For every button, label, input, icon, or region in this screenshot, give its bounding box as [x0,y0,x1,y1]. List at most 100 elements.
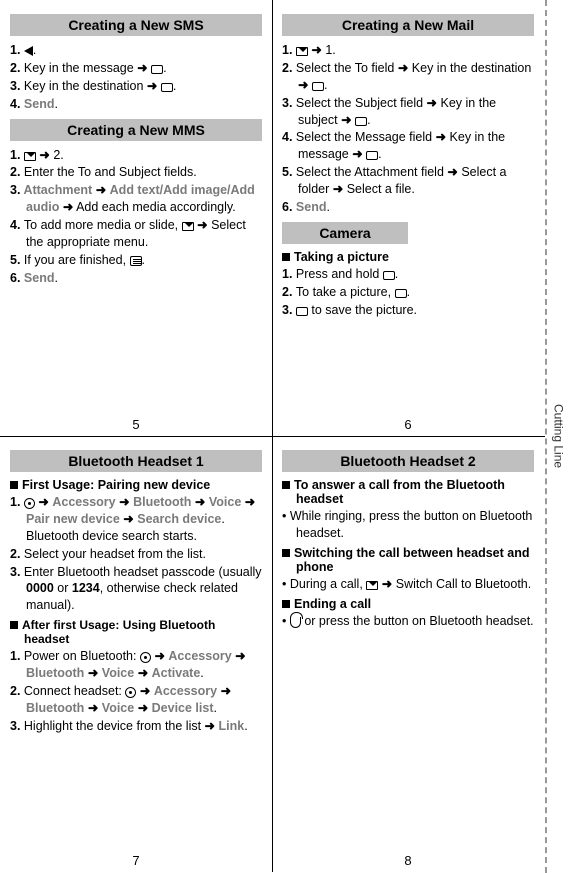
arrow-icon: ➜ [137,61,147,75]
page-number: 8 [404,853,411,868]
bt2-sub3: Ending a call [282,597,534,611]
square-bullet-icon [282,600,290,608]
arrow-icon: ➜ [119,495,129,509]
arrow-icon: ➜ [88,701,98,715]
camera-steps: 1. Press and hold .2. To take a picture,… [282,266,534,319]
step-number: 2. [10,684,24,698]
step-number: 1. [282,267,296,281]
square-bullet-icon [10,481,18,489]
arrow-icon: ➜ [88,666,98,680]
mask-icon [151,65,163,74]
arrow-icon: ➜ [427,96,437,110]
step-item: 4. To add more media or slide, ➜ Select … [10,217,262,251]
page-number: 5 [132,417,139,432]
menu-path-text: Attachment [23,183,92,197]
menu-path-text: Accessory [154,684,217,698]
menu-path-text: Send [296,200,327,214]
step-number: 4. [10,97,24,111]
step-item: 2. Connect headset: ➜ Accessory ➜ Blueto… [10,683,262,717]
arrow-icon: ➜ [123,512,133,526]
mail-steps: 1. ➜ 1.2. Select the To field ➜ Key in t… [282,42,534,216]
arrow-icon: ➜ [235,649,245,663]
tri-icon [24,46,33,56]
step-number: 1. [282,43,296,57]
step-item: 6. Send. [282,199,534,216]
arrow-icon: ➜ [195,495,205,509]
bt2-bullets1: • While ringing, press the button on Blu… [282,508,534,542]
mask-icon [383,271,395,280]
menu-icon [130,256,142,266]
cutting-line-label: Cutting Line [552,404,566,468]
menu-path-text: Voice [102,666,134,680]
arrow-icon: ➜ [298,78,308,92]
panel-6: Creating a New Mail 1. ➜ 1.2. Select the… [272,0,544,436]
step-number: 1. [10,649,24,663]
section-header-bt1: Bluetooth Headset 1 [10,450,262,472]
round-icon [24,498,35,509]
bullet-item: • While ringing, press the button on Blu… [282,508,534,542]
step-item: 2. To take a picture, . [282,284,534,301]
arrow-icon: ➜ [140,684,150,698]
headset-icon [290,617,301,628]
arrow-icon: ➜ [341,113,351,127]
square-bullet-icon [10,621,18,629]
step-number: 2. [282,285,296,299]
arrow-icon: ➜ [96,183,106,197]
sms-steps: 1. .2. Key in the message ➜ .3. Key in t… [10,42,262,113]
step-number: 2. [10,165,24,179]
bt2-bullets2: • During a call, ➜ Switch Call to Blueto… [282,576,534,593]
bt1-sub1: First Usage: Pairing new device [10,478,262,492]
bullet-item: • or press the button on Bluetooth heads… [282,613,534,630]
step-item: 1. ➜ 1. [282,42,534,59]
arrow-icon: ➜ [138,701,148,715]
step-number: 5. [10,253,24,267]
step-item: 4. Send. [10,96,262,113]
msg-icon [24,152,36,161]
square-bullet-icon [282,549,290,557]
bt2-sub2: Switching the call between headset and p… [282,546,534,574]
step-item: 1. ➜ Accessory ➜ Bluetooth ➜ Voice ➜ Pai… [10,494,262,545]
square-bullet-icon [282,481,290,489]
mask-icon [312,82,324,91]
step-number: 2. [282,61,296,75]
step-number: 2. [10,547,24,561]
step-item: 3. Highlight the device from the list ➜ … [10,718,262,735]
step-item: 1. . [10,42,262,59]
menu-path-text: Device list [152,701,214,715]
strong-text: 0000 [26,581,54,595]
arrow-icon: ➜ [39,148,49,162]
arrow-icon: ➜ [138,666,148,680]
step-item: 3. Select the Subject field ➜ Key in the… [282,95,534,129]
round-icon [140,652,151,663]
square-bullet-icon [282,253,290,261]
msg-icon [296,47,308,56]
arrow-icon: ➜ [333,182,343,196]
arrow-icon: ➜ [147,79,157,93]
arrow-icon: ➜ [63,200,73,214]
mask-icon [296,307,308,316]
section-header-bt2: Bluetooth Headset 2 [282,450,534,472]
menu-path-text: Bluetooth [26,701,84,715]
mask-icon [161,83,173,92]
arrow-icon: ➜ [311,43,321,57]
mask-icon [366,151,378,160]
step-item: 4. Select the Message field ➜ Key in the… [282,129,534,163]
step-number: 3. [10,565,24,579]
mask-icon [355,117,367,126]
menu-path-text: Bluetooth [133,495,191,509]
arrow-icon: ➜ [221,684,231,698]
bt2-bullets3: • or press the button on Bluetooth heads… [282,613,534,630]
arrow-icon: ➜ [447,165,457,179]
menu-path-text: Activate [152,666,201,680]
menu-path-text: Voice [209,495,241,509]
arrow-icon: ➜ [197,218,207,232]
step-number: 1. [10,148,24,162]
step-item: 5. Select the Attachment field ➜ Select … [282,164,534,198]
step-item: 2. Enter the To and Subject fields. [10,164,262,181]
arrow-icon: ➜ [205,719,215,733]
arrow-icon: ➜ [398,61,408,75]
page-number: 6 [404,417,411,432]
menu-path-text: Search device [137,512,221,526]
strong-text: 1234 [72,581,100,595]
menu-path-text: Pair new device [26,512,120,526]
